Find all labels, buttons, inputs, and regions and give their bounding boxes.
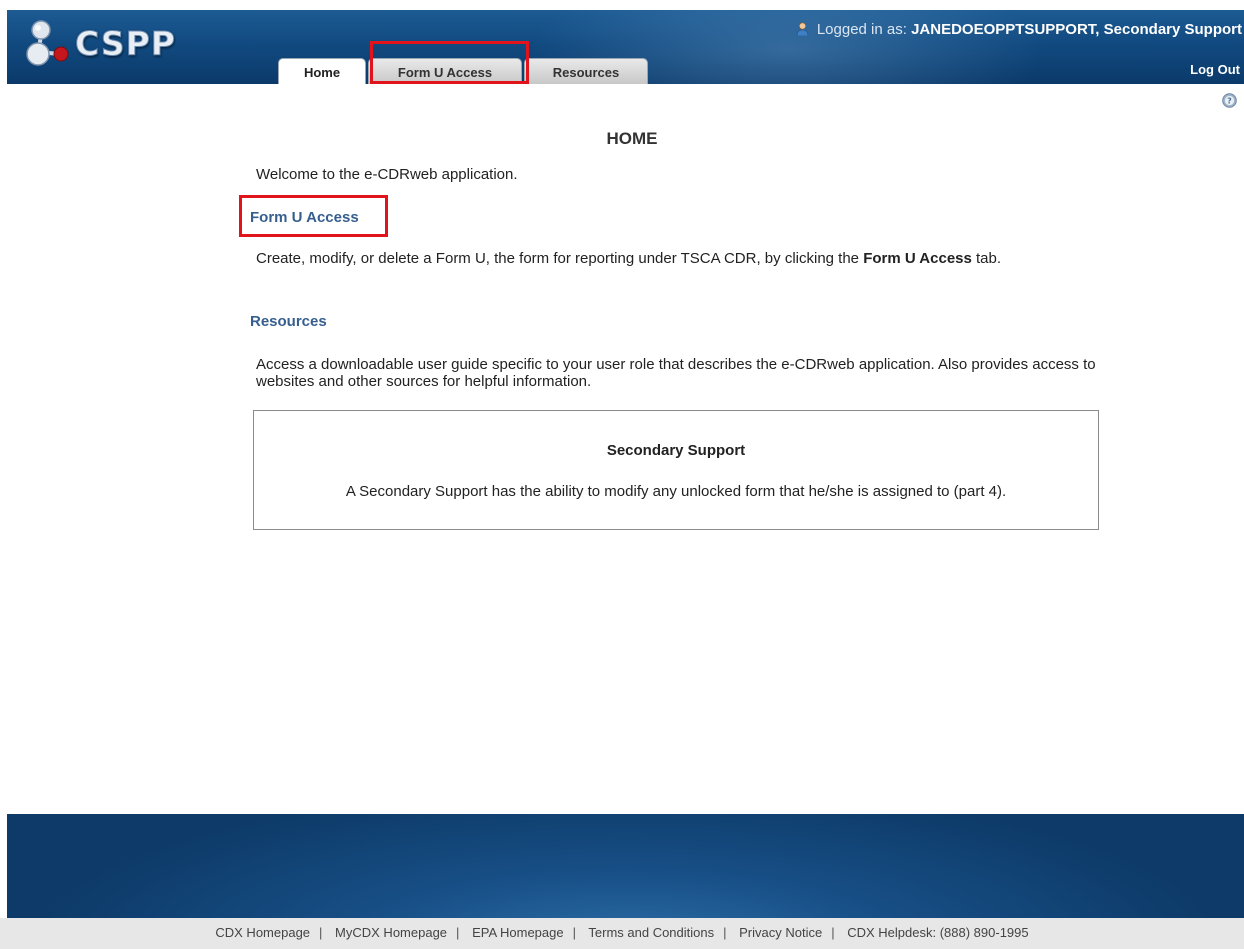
- svg-text:?: ?: [1227, 97, 1232, 106]
- role-info-box: Secondary Support A Secondary Support ha…: [253, 410, 1099, 530]
- footer-link-terms[interactable]: Terms and Conditions: [588, 925, 714, 940]
- role-description: A Secondary Support has the ability to m…: [345, 483, 1007, 500]
- user-info: Logged in as: JANEDOEOPPTSUPPORT, Second…: [796, 21, 1242, 38]
- footer-link-mycdx-homepage[interactable]: MyCDX Homepage: [335, 925, 447, 940]
- form-u-heading-highlight: [239, 195, 388, 237]
- user-name: JANEDOEOPPTSUPPORT: [911, 21, 1096, 38]
- resources-heading: Resources: [250, 313, 327, 330]
- tab-home[interactable]: Home: [278, 58, 366, 84]
- footer-banner: [7, 814, 1244, 918]
- form-u-description: Create, modify, or delete a Form U, the …: [256, 250, 1002, 267]
- role-title: Secondary Support: [606, 442, 746, 459]
- footer-link-privacy[interactable]: Privacy Notice: [739, 925, 822, 940]
- user-role: Secondary Support: [1103, 21, 1242, 38]
- cspp-logo[interactable]: CSPP: [25, 18, 176, 68]
- footer-helpdesk: CDX Helpdesk: (888) 890-1995: [847, 925, 1029, 940]
- resources-description: Access a downloadable user guide specifi…: [256, 356, 1096, 390]
- form-u-tab-highlight: [370, 41, 529, 84]
- user-icon: [796, 22, 808, 36]
- logo-text: CSPP: [75, 23, 176, 63]
- form-u-access-bold: Form U Access: [863, 250, 972, 267]
- page-title: HOME: [606, 129, 658, 148]
- tab-resources[interactable]: Resources: [524, 58, 648, 84]
- footer-link-epa-homepage[interactable]: EPA Homepage: [472, 925, 564, 940]
- footer-link-cdx-homepage[interactable]: CDX Homepage: [215, 925, 310, 940]
- footer-links: CDX Homepage | MyCDX Homepage | EPA Homepa…: [0, 918, 1244, 949]
- welcome-text: Welcome to the e-CDRweb application.: [256, 166, 518, 183]
- logout-link[interactable]: Log Out: [1190, 62, 1240, 77]
- logged-in-label: Logged in as:: [816, 21, 907, 38]
- cspp-molecule-logo-icon: [26, 20, 69, 66]
- help-icon[interactable]: ?: [1222, 93, 1237, 108]
